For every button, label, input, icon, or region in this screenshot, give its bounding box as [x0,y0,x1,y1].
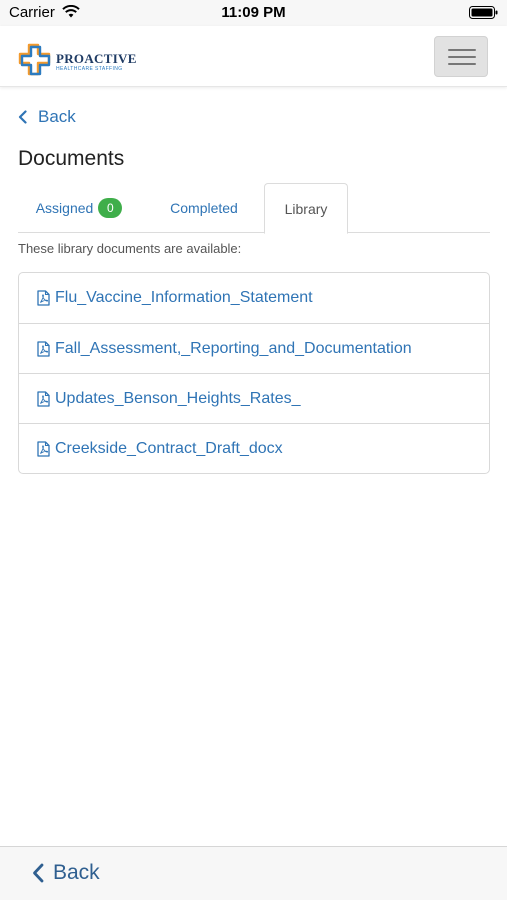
document-name: Updates_Benson_Heights_Rates_ [55,389,301,407]
menu-button[interactable] [434,36,488,77]
app-header: PROACTIVE HEALTHCARE STAFFING [0,26,507,87]
bottom-toolbar: Back [0,846,507,900]
brand-tagline: HEALTHCARE STAFFING [56,66,123,72]
brand-name: PROACTIVE [56,51,137,66]
assigned-count-badge: 0 [98,198,123,218]
library-hint-text: These library documents are available: [18,241,242,256]
bottom-back-button[interactable]: Back [32,861,100,885]
document-name: Creekside_Contract_Draft_docx [55,439,283,457]
back-link-label: Back [38,107,76,126]
page-title: Documents [18,147,125,170]
pdf-file-icon [37,390,50,407]
pdf-file-icon [37,440,50,457]
bottom-back-label: Back [53,861,100,884]
brand-logo-icon [18,43,52,77]
chevron-left-icon [18,110,27,124]
back-link[interactable]: Back [18,105,76,129]
document-item[interactable]: Flu_Vaccine_Information_Statement [19,273,489,323]
document-list: Flu_Vaccine_Information_Statement Fall_A… [18,272,490,474]
clock-time: 11:09 PM [221,4,286,21]
document-item[interactable]: Creekside_Contract_Draft_docx [19,423,489,473]
tab-library-label: Library [284,200,328,217]
chevron-left-icon [33,863,44,883]
document-name: Flu_Vaccine_Information_Statement [55,289,313,306]
tab-assigned-label: Assigned [35,200,94,216]
document-name: Fall_Assessment,_Reporting_and_Documenta… [55,339,412,357]
tab-completed[interactable]: Completed [154,183,254,233]
tab-completed-label: Completed [170,200,238,216]
document-item[interactable]: Fall_Assessment,_Reporting_and_Documenta… [19,323,489,373]
pdf-file-icon [37,290,50,306]
pdf-file-icon [37,340,50,357]
document-item[interactable]: Updates_Benson_Heights_Rates_ [19,373,489,423]
status-bar: Carrier 11:09 PM [0,0,507,26]
tab-library[interactable]: Library [264,183,348,234]
document-tabs: Assigned 0 Completed Library [18,183,490,234]
tab-assigned[interactable]: Assigned 0 [24,183,134,233]
battery-icon [469,6,499,19]
